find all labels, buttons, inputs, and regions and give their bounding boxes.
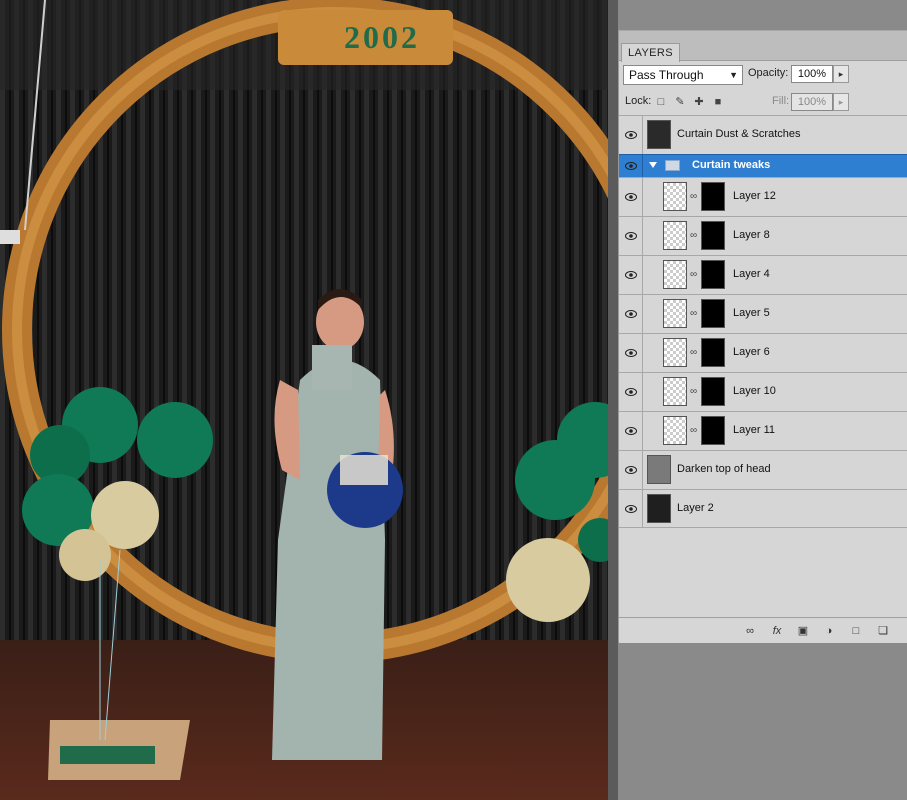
eye-icon bbox=[625, 427, 637, 435]
layer-row-layer-10[interactable]: ∞ Layer 10 bbox=[619, 372, 907, 411]
chain-link-icon[interactable]: ∞ bbox=[690, 308, 698, 320]
layer-mask-thumbnail bbox=[701, 260, 725, 289]
blend-mode-select[interactable]: Pass Through ▼ bbox=[623, 65, 743, 85]
panel-tab-bar: LAYERS bbox=[619, 31, 907, 62]
layer-name: Layer 4 bbox=[733, 268, 770, 280]
layer-name: Layer 12 bbox=[733, 190, 776, 202]
eye-icon bbox=[625, 162, 637, 170]
layer-group-curtain-tweaks[interactable]: Curtain tweaks bbox=[619, 154, 907, 177]
visibility-toggle[interactable] bbox=[619, 412, 643, 450]
blend-mode-value: Pass Through bbox=[629, 68, 704, 82]
layer-row-layer-8[interactable]: ∞ Layer 8 bbox=[619, 216, 907, 255]
opacity-label: Opacity: bbox=[748, 67, 789, 79]
visibility-toggle[interactable] bbox=[619, 256, 643, 294]
layer-thumbnail bbox=[647, 494, 671, 523]
lock-image-icon[interactable]: ✎ bbox=[674, 96, 686, 108]
layer-mask-thumbnail bbox=[701, 182, 725, 211]
eye-icon bbox=[625, 466, 637, 474]
layer-mask-thumbnail bbox=[701, 299, 725, 328]
chain-link-icon[interactable]: ∞ bbox=[690, 269, 698, 281]
eye-icon bbox=[625, 232, 637, 240]
fill-label: Fill: bbox=[772, 95, 790, 107]
eye-icon bbox=[625, 310, 637, 318]
layer-row-layer-2[interactable]: Layer 2 bbox=[619, 489, 907, 528]
layer-mask-thumbnail bbox=[701, 221, 725, 250]
layer-thumbnail bbox=[647, 455, 671, 484]
eye-icon bbox=[625, 504, 637, 513]
visibility-toggle[interactable] bbox=[619, 178, 643, 216]
chain-link-icon[interactable]: ∞ bbox=[690, 230, 698, 242]
visibility-toggle[interactable] bbox=[619, 373, 643, 411]
photo-canvas[interactable]: 2002 bbox=[0, 0, 608, 800]
fill-slider-button[interactable]: ▸ bbox=[833, 93, 849, 111]
visibility-toggle[interactable] bbox=[619, 217, 643, 255]
lock-transparent-icon[interactable]: □ bbox=[655, 96, 667, 108]
layer-mask-thumbnail bbox=[701, 377, 725, 406]
chain-link-icon[interactable]: ∞ bbox=[690, 386, 698, 398]
layer-thumbnail bbox=[663, 260, 687, 289]
layer-thumbnail bbox=[663, 338, 687, 367]
eye-icon bbox=[625, 131, 637, 139]
visibility-toggle[interactable] bbox=[619, 334, 643, 372]
layer-thumbnail bbox=[647, 120, 671, 149]
layer-thumbnail bbox=[663, 221, 687, 250]
link-icon[interactable]: ∞ bbox=[741, 624, 759, 638]
mask-icon[interactable]: ▣ bbox=[796, 624, 810, 638]
new-group-icon[interactable]: □ bbox=[849, 624, 863, 638]
layer-name: Layer 11 bbox=[733, 424, 775, 436]
folder-icon bbox=[665, 160, 680, 171]
lock-position-icon[interactable]: ✚ bbox=[693, 96, 705, 108]
layer-mask-thumbnail bbox=[701, 338, 725, 367]
new-layer-icon[interactable]: ❏ bbox=[876, 624, 890, 638]
layer-mask-thumbnail bbox=[701, 416, 725, 445]
layers-panel: LAYERS Pass Through ▼ Opacity: 100% ▸ Lo… bbox=[618, 30, 907, 643]
fx-icon[interactable]: fx bbox=[769, 624, 785, 638]
layer-name: Layer 5 bbox=[733, 307, 770, 319]
lock-label: Lock: bbox=[625, 95, 652, 107]
lock-all-icon[interactable]: ■ bbox=[712, 96, 724, 108]
layer-name: Darken top of head bbox=[677, 463, 771, 475]
layer-row-darken-top[interactable]: Darken top of head bbox=[619, 450, 907, 489]
visibility-toggle[interactable] bbox=[619, 451, 643, 489]
layer-name: Layer 8 bbox=[733, 229, 770, 241]
layer-name: Layer 6 bbox=[733, 346, 770, 358]
chain-link-icon[interactable]: ∞ bbox=[690, 347, 698, 359]
visibility-toggle[interactable] bbox=[619, 295, 643, 333]
chevron-down-icon: ▼ bbox=[729, 70, 738, 80]
layer-thumbnail bbox=[663, 416, 687, 445]
chevron-down-icon[interactable] bbox=[649, 162, 657, 168]
visibility-toggle[interactable] bbox=[619, 116, 643, 154]
layer-row-layer-6[interactable]: ∞ Layer 6 bbox=[619, 333, 907, 372]
fill-field[interactable]: 100% bbox=[791, 93, 833, 111]
eye-icon bbox=[625, 271, 637, 279]
visibility-toggle[interactable] bbox=[619, 490, 643, 527]
adjustment-icon[interactable]: ◑ bbox=[822, 624, 836, 638]
layer-name: Layer 10 bbox=[733, 385, 776, 397]
layer-name: Curtain tweaks bbox=[692, 159, 771, 171]
layer-row-layer-4[interactable]: ∞ Layer 4 bbox=[619, 255, 907, 294]
layer-name: Curtain Dust & Scratches bbox=[677, 128, 801, 140]
eye-icon bbox=[625, 349, 637, 357]
visibility-toggle[interactable] bbox=[619, 155, 643, 177]
layer-thumbnail bbox=[663, 377, 687, 406]
eye-icon bbox=[625, 388, 637, 396]
eye-icon bbox=[625, 193, 637, 201]
panel-dock-strip bbox=[608, 0, 618, 800]
layer-name: Layer 2 bbox=[677, 502, 714, 514]
opacity-field[interactable]: 100% bbox=[791, 65, 833, 83]
layers-bottom-bar: ∞ fx ▣ ◑ □ ❏ bbox=[619, 617, 907, 643]
layer-thumbnail bbox=[663, 182, 687, 211]
photo-image: 2002 bbox=[0, 0, 608, 800]
chain-link-icon[interactable]: ∞ bbox=[690, 191, 698, 203]
layers-tab[interactable]: LAYERS bbox=[621, 43, 680, 62]
arch-year-text: 2002 bbox=[344, 19, 420, 55]
chain-link-icon[interactable]: ∞ bbox=[690, 425, 698, 437]
opacity-slider-button[interactable]: ▸ bbox=[833, 65, 849, 83]
layer-row-layer-11[interactable]: ∞ Layer 11 bbox=[619, 411, 907, 450]
layer-row-layer-5[interactable]: ∞ Layer 5 bbox=[619, 294, 907, 333]
layer-thumbnail bbox=[663, 299, 687, 328]
layer-row-curtain-dust[interactable]: Curtain Dust & Scratches bbox=[619, 115, 907, 154]
layer-row-layer-12[interactable]: ∞ Layer 12 bbox=[619, 177, 907, 216]
